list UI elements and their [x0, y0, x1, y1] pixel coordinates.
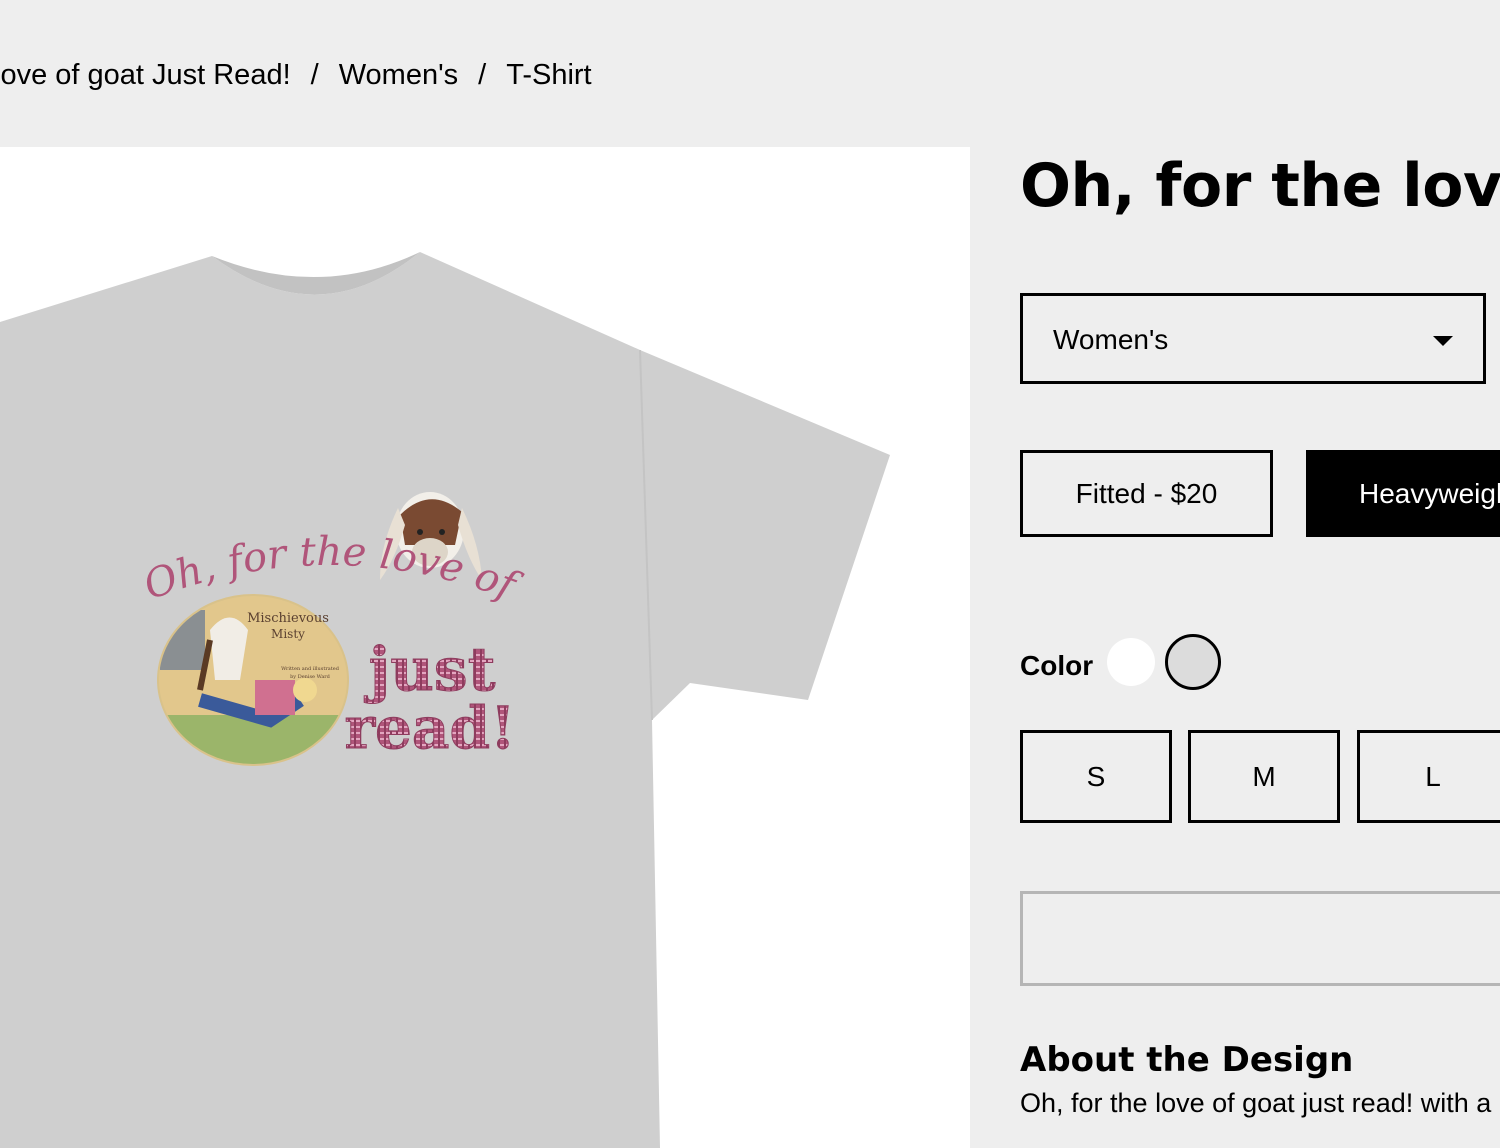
book-byline-text: by Denise Ward	[290, 674, 331, 680]
product-title: Oh, for the love of goat Just Read!	[1020, 151, 1500, 221]
product-options-panel: Oh, for the love of goat Just Read! Wome…	[970, 147, 1500, 1148]
about-design-text: Oh, for the love of goat just read! with…	[1020, 1088, 1492, 1118]
color-label: Color	[1020, 650, 1094, 681]
fit-heavyweight-button[interactable]: Heavyweight	[1306, 450, 1500, 537]
breadcrumb-item-tshirt[interactable]: T-Shirt	[506, 59, 591, 91]
breadcrumb-item-womens[interactable]: Women's	[339, 59, 458, 91]
tshirt-illustration: Mischievous Misty Written and illustrate…	[0, 147, 890, 1148]
breadcrumb-item-design[interactable]: love of goat Just Read!	[0, 59, 291, 91]
size-m-button[interactable]: M	[1188, 730, 1340, 823]
add-to-cart-button[interactable]	[1020, 891, 1500, 986]
product-type-value: Women's	[1053, 324, 1169, 355]
breadcrumb-bar: love of goat Just Read! / Women's / T-Shirt	[0, 0, 1500, 147]
breadcrumb-separator: /	[310, 59, 319, 91]
color-swatch-heather-gray[interactable]	[1165, 634, 1221, 690]
book-byline-text: Written and illustrated	[281, 666, 340, 672]
product-image[interactable]: Mischievous Misty Written and illustrate…	[0, 147, 970, 1148]
design-slogan-line3: read!	[344, 694, 515, 762]
breadcrumb-separator: /	[478, 59, 487, 91]
book-title-text: Misty	[271, 627, 305, 641]
book-title-text: Mischievous	[247, 611, 329, 626]
product-type-select[interactable]: Women's	[1020, 293, 1486, 384]
color-swatch-white[interactable]	[1107, 638, 1155, 686]
size-s-button[interactable]: S	[1020, 730, 1172, 823]
fit-fitted-button[interactable]: Fitted - $20	[1020, 450, 1273, 537]
about-design-heading: About the Design	[1020, 1040, 1354, 1080]
chevron-down-icon	[1433, 336, 1453, 346]
breadcrumb: love of goat Just Read! / Women's / T-Shirt	[0, 55, 592, 95]
size-l-button[interactable]: L	[1357, 730, 1500, 823]
